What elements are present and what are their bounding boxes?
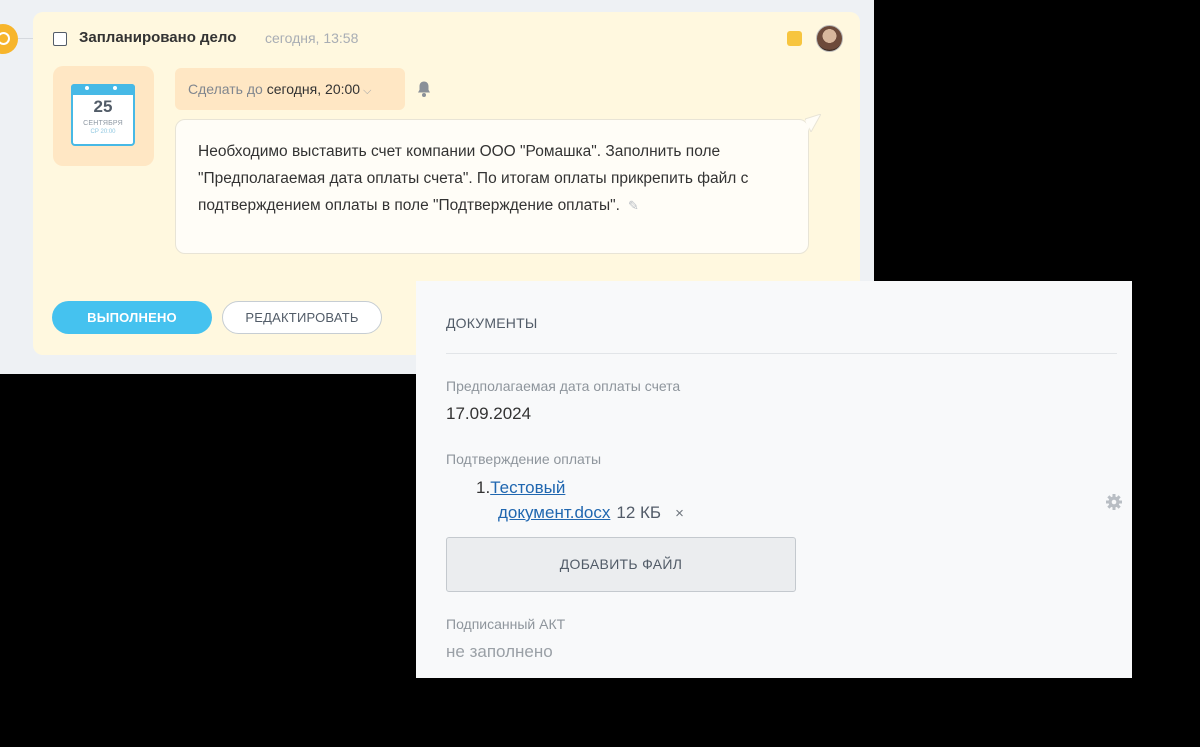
avatar[interactable] (816, 25, 843, 52)
signed-act-value[interactable]: не заполнено (446, 642, 553, 662)
edit-button[interactable]: РЕДАКТИРОВАТЬ (222, 301, 382, 334)
timeline-line (18, 38, 33, 39)
payment-confirmation-label: Подтверждение оплаты (446, 451, 602, 467)
task-description: Необходимо выставить счет компании ООО "… (198, 143, 749, 214)
deadline-value: сегодня, 20:00 (266, 81, 361, 97)
divider (446, 353, 1117, 354)
complete-button[interactable]: ВЫПОЛНЕНО (52, 301, 212, 334)
task-description-bubble: Необходимо выставить счет компании ООО "… (175, 119, 809, 254)
file-list-item: 1.Тестовый документ.docx 12 КБ × (476, 475, 684, 526)
file-link-cont[interactable]: документ.docx (498, 503, 610, 522)
payment-date-value[interactable]: 17.09.2024 (446, 404, 531, 424)
add-file-button[interactable]: ДОБАВИТЬ ФАЙЛ (446, 537, 796, 592)
deadline-selector[interactable]: Сделать до сегодня, 20:00 ⌵ (175, 68, 405, 110)
task-title: Запланировано дело (79, 29, 237, 46)
bubble-tail (805, 114, 821, 132)
documents-panel: ДОКУМЕНТЫ Предполагаемая дата оплаты сче… (416, 281, 1132, 678)
calendar-weekday-time: СР 20:00 (90, 129, 116, 135)
calendar-month: СЕНТЯБРЯ (83, 120, 123, 127)
calendar-icon: 25 СЕНТЯБРЯ СР 20:00 (71, 84, 135, 146)
task-created-time: сегодня, 13:58 (265, 30, 359, 46)
file-index: 1. (476, 478, 491, 497)
chevron-down-icon: ⌵ (363, 85, 372, 97)
bell-icon[interactable] (416, 80, 432, 98)
calendar-tile: 25 СЕНТЯБРЯ СР 20:00 (53, 66, 154, 166)
timeline-activity-icon (0, 24, 18, 54)
remove-file-icon[interactable]: × (675, 505, 684, 522)
payment-date-label: Предполагаемая дата оплаты счета (446, 378, 681, 394)
signed-act-label: Подписанный АКТ (446, 616, 566, 632)
deadline-prefix: Сделать до (188, 81, 263, 97)
task-complete-checkbox[interactable] (53, 32, 67, 46)
file-link[interactable]: Тестовый (490, 478, 565, 497)
documents-title: ДОКУМЕНТЫ (446, 315, 538, 331)
calendar-day: 25 (93, 97, 113, 116)
flag-icon[interactable] (787, 31, 802, 46)
pencil-icon[interactable]: ✎ (628, 198, 639, 213)
gear-icon[interactable] (1105, 493, 1123, 511)
file-size: 12 КБ (616, 503, 662, 522)
